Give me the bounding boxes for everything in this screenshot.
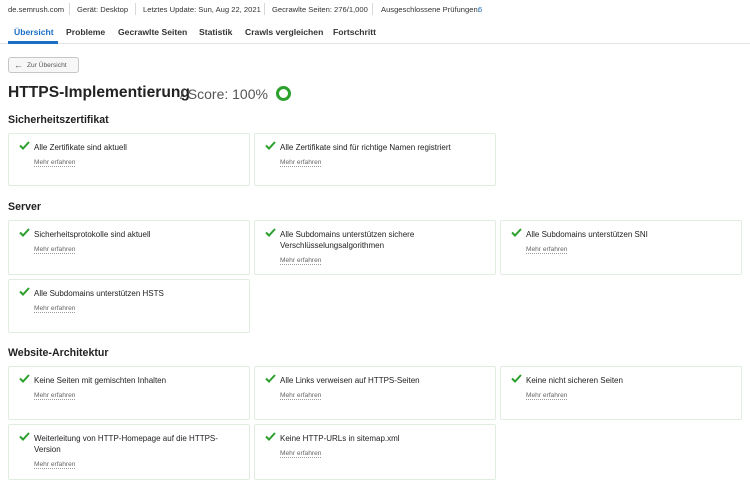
check-icon bbox=[19, 374, 30, 383]
divider bbox=[264, 3, 265, 15]
section-title-architecture: Website-Architektur bbox=[8, 347, 109, 359]
excluded-checks-label: Ausgeschlossene Prüfungen: bbox=[381, 5, 480, 14]
check-icon bbox=[265, 228, 276, 237]
check-title: Keine nicht sicheren Seiten bbox=[526, 376, 623, 385]
check-icon bbox=[511, 228, 522, 237]
check-card: Weiterleitung von HTTP-Homepage auf die … bbox=[8, 424, 250, 480]
project-info-bar: de.semrush.com Gerät: Desktop Letztes Up… bbox=[0, 0, 750, 20]
section-title-server: Server bbox=[8, 201, 41, 213]
check-icon bbox=[511, 374, 522, 383]
arrow-left-icon: ← bbox=[14, 60, 23, 70]
learn-more-link[interactable]: Mehr erfahren bbox=[34, 305, 76, 313]
learn-more-link[interactable]: Mehr erfahren bbox=[526, 392, 568, 400]
learn-more-link[interactable]: Mehr erfahren bbox=[280, 159, 322, 167]
excluded-checks-count[interactable]: 6 bbox=[478, 5, 482, 14]
divider bbox=[69, 3, 70, 15]
score-text: / Score: 100% bbox=[180, 86, 268, 102]
check-icon bbox=[19, 141, 30, 150]
check-card: Alle Zertifikate sind für richtige Namen… bbox=[254, 133, 496, 186]
check-card: Sicherheitsprotokolle sind aktuell Mehr … bbox=[8, 220, 250, 275]
check-title: Weiterleitung von HTTP-Homepage auf die … bbox=[34, 434, 218, 454]
tab-progress[interactable]: Fortschritt bbox=[333, 27, 376, 37]
check-card: Alle Links verweisen auf HTTPS-Seiten Me… bbox=[254, 366, 496, 420]
tab-issues[interactable]: Probleme bbox=[66, 27, 105, 37]
learn-more-link[interactable]: Mehr erfahren bbox=[280, 450, 322, 458]
check-icon bbox=[19, 432, 30, 441]
check-icon bbox=[265, 432, 276, 441]
learn-more-link[interactable]: Mehr erfahren bbox=[280, 257, 322, 265]
check-card: Alle Subdomains unterstützen sichere Ver… bbox=[254, 220, 496, 275]
check-icon bbox=[19, 287, 30, 296]
back-button-label: Zur Übersicht bbox=[27, 62, 67, 69]
check-icon bbox=[265, 141, 276, 150]
device-label: Gerät: Desktop bbox=[77, 5, 129, 14]
active-tab-indicator bbox=[8, 41, 58, 44]
divider bbox=[135, 3, 136, 15]
learn-more-link[interactable]: Mehr erfahren bbox=[280, 392, 322, 400]
learn-more-link[interactable]: Mehr erfahren bbox=[34, 159, 76, 167]
check-title: Alle Links verweisen auf HTTPS-Seiten bbox=[280, 376, 420, 385]
learn-more-link[interactable]: Mehr erfahren bbox=[34, 246, 76, 254]
divider bbox=[372, 3, 373, 15]
check-card: Keine HTTP-URLs in sitemap.xml Mehr erfa… bbox=[254, 424, 496, 480]
tab-overview[interactable]: Übersicht bbox=[14, 27, 54, 37]
crawled-pages-label: Gecrawlte Seiten: 276/1,000 bbox=[272, 5, 368, 14]
check-title: Keine Seiten mit gemischten Inhalten bbox=[34, 376, 167, 385]
check-title: Alle Zertifikate sind aktuell bbox=[34, 143, 127, 152]
learn-more-link[interactable]: Mehr erfahren bbox=[34, 392, 76, 400]
check-title: Alle Subdomains unterstützen sichere Ver… bbox=[280, 230, 415, 250]
main-tabs: Übersicht Probleme Gecrawlte Seiten Stat… bbox=[0, 23, 750, 44]
check-card: Alle Subdomains unterstützen HSTS Mehr e… bbox=[8, 279, 250, 333]
check-title: Alle Zertifikate sind für richtige Namen… bbox=[280, 143, 451, 152]
tab-statistics[interactable]: Statistik bbox=[199, 27, 232, 37]
last-update-label: Letztes Update: Sun, Aug 22, 2021 bbox=[143, 5, 261, 14]
check-card: Keine Seiten mit gemischten Inhalten Meh… bbox=[8, 366, 250, 420]
check-card: Keine nicht sicheren Seiten Mehr erfahre… bbox=[500, 366, 742, 420]
learn-more-link[interactable]: Mehr erfahren bbox=[34, 461, 76, 469]
project-domain[interactable]: de.semrush.com bbox=[8, 5, 64, 14]
score-ring-icon bbox=[276, 86, 291, 101]
check-icon bbox=[19, 228, 30, 237]
check-title: Alle Subdomains unterstützen HSTS bbox=[34, 289, 164, 298]
back-to-overview-button[interactable]: ← Zur Übersicht bbox=[8, 57, 79, 73]
tab-crawled-pages[interactable]: Gecrawlte Seiten bbox=[118, 27, 187, 37]
page-title: HTTPS-Implementierung bbox=[8, 84, 190, 101]
check-icon bbox=[265, 374, 276, 383]
check-title: Alle Subdomains unterstützen SNI bbox=[526, 230, 648, 239]
tab-compare-crawls[interactable]: Crawls vergleichen bbox=[245, 27, 323, 37]
check-card: Alle Zertifikate sind aktuell Mehr erfah… bbox=[8, 133, 250, 186]
check-title: Keine HTTP-URLs in sitemap.xml bbox=[280, 434, 400, 443]
check-card: Alle Subdomains unterstützen SNI Mehr er… bbox=[500, 220, 742, 275]
learn-more-link[interactable]: Mehr erfahren bbox=[526, 246, 568, 254]
check-title: Sicherheitsprotokolle sind aktuell bbox=[34, 230, 151, 239]
section-title-certificate: Sicherheitszertifikat bbox=[8, 114, 109, 126]
